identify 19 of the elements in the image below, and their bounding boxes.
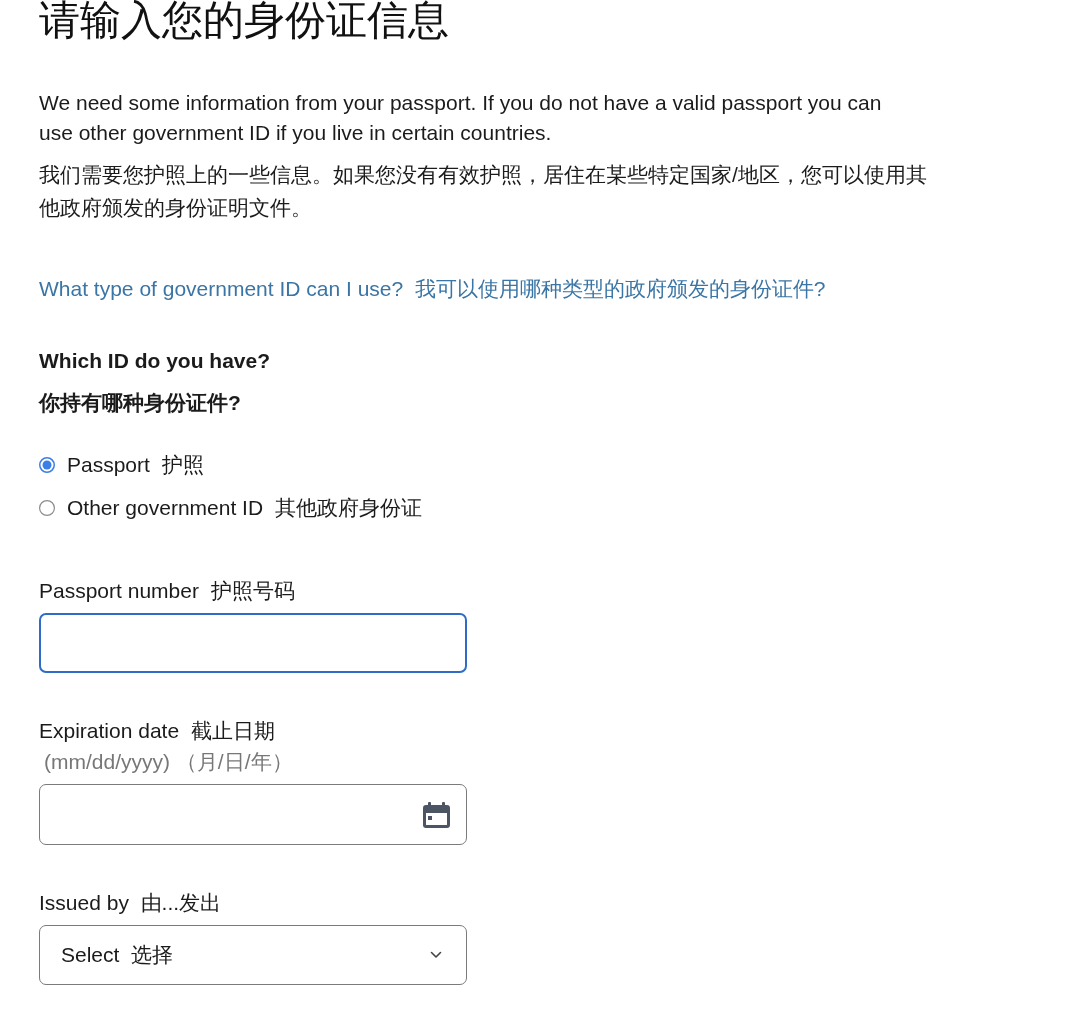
page-title: 请输入您的身份证信息: [39, 0, 450, 41]
field-label: Passport number 护照号码: [39, 578, 295, 604]
radio-label[interactable]: Other government ID 其他政府身份证: [67, 493, 422, 523]
date-field[interactable]: [39, 784, 467, 845]
radio-button[interactable]: [39, 500, 55, 516]
field-label: Expiration date 截止日期: [39, 718, 275, 744]
question-text: 你持有哪种身份证件?: [39, 390, 241, 416]
intro-text: We need some information from your passport. If you do not have a valid passport you can use other government ID if you live in certain countries.: [39, 90, 883, 146]
radio-button[interactable]: [39, 457, 55, 473]
format-hint: (mm/dd/yyyy) （月/日/年）: [43, 749, 293, 775]
radio-label[interactable]: Passport 护照: [67, 450, 204, 480]
question-text: Which ID do you have?: [39, 348, 270, 374]
calendar-icon: [423, 801, 450, 828]
intro-text: 我们需要您护照上的一些信息。如果您没有有效护照，居住在某些特定国家/地区，您可以使用其他政府颁发的身份证明文件。: [39, 162, 928, 221]
help-link[interactable]: What type of government ID can I use? 我可以使用哪种类型的政府颁发的身份证件?: [39, 277, 826, 300]
dropdown[interactable]: Select 选择: [39, 925, 467, 985]
chevron-icon: [430, 951, 442, 959]
text-field[interactable]: [39, 613, 467, 673]
field-label: Issued by 由...发出: [39, 890, 222, 916]
